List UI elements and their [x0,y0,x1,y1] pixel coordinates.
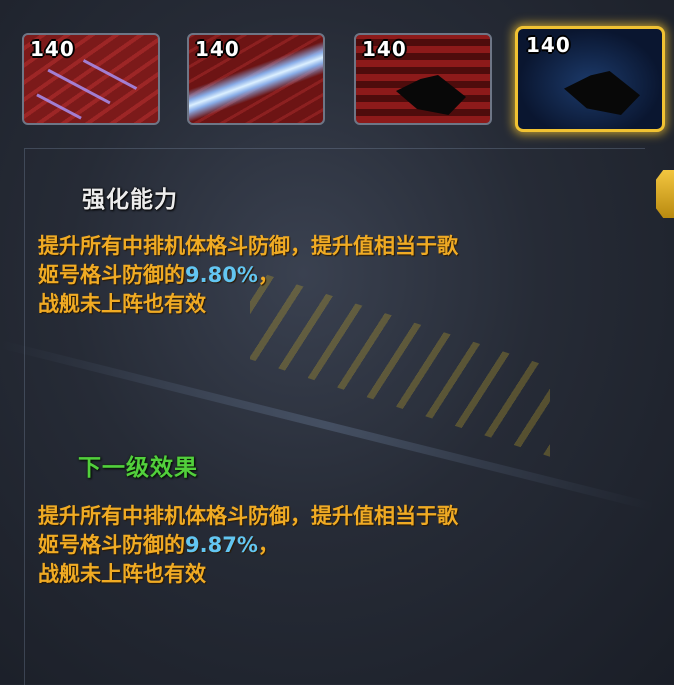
description-line: 提升所有中排机体格斗防御，提升值相当于歌 [38,504,458,528]
background-beam [0,340,655,511]
ship-silhouette-icon [564,71,640,115]
description-line: 战舰未上阵也有效 [38,292,206,316]
skill-thumbnail-4-selected[interactable]: 140 [515,26,665,132]
skill-thumbnail-row: 140 140 140 140 [0,0,674,140]
next-level-title: 下一级效果 [78,455,198,481]
next-level-description: 提升所有中排机体格斗防御，提升值相当于歌 姬号格斗防御的9.87%， 战舰未上阵… [38,502,638,589]
description-text: ， [257,533,279,557]
current-effect-description: 提升所有中排机体格斗防御，提升值相当于歌 姬号格斗防御的9.80%， 战舰未上阵… [38,232,638,319]
light-streak-decor [36,93,82,120]
skill-level: 140 [195,37,240,61]
skill-level: 140 [362,37,407,61]
skill-thumbnail-3[interactable]: 140 [354,33,492,125]
skill-level: 140 [30,37,75,61]
panel-frame [24,148,645,685]
description-line: 姬号格斗防御的9.87%， [38,531,638,560]
light-streak-decor [82,59,138,90]
description-line: 提升所有中排机体格斗防御，提升值相当于歌 [38,234,458,258]
description-text: 姬号格斗防御的 [38,533,185,557]
current-effect-title: 强化能力 [82,187,178,213]
ship-silhouette-icon [396,75,466,115]
skill-level: 140 [526,33,571,57]
description-line: 姬号格斗防御的9.80%， [38,261,638,290]
description-text: 姬号格斗防御的 [38,263,185,287]
description-text: ， [257,263,279,287]
skill-thumbnail-2[interactable]: 140 [187,33,325,125]
effect-percent: 9.87% [185,533,258,557]
light-streak-decor [47,68,111,105]
side-tab-handle[interactable] [656,170,674,218]
effect-percent: 9.80% [185,263,258,287]
description-line: 战舰未上阵也有效 [38,562,206,586]
skill-thumbnail-1[interactable]: 140 [22,33,160,125]
